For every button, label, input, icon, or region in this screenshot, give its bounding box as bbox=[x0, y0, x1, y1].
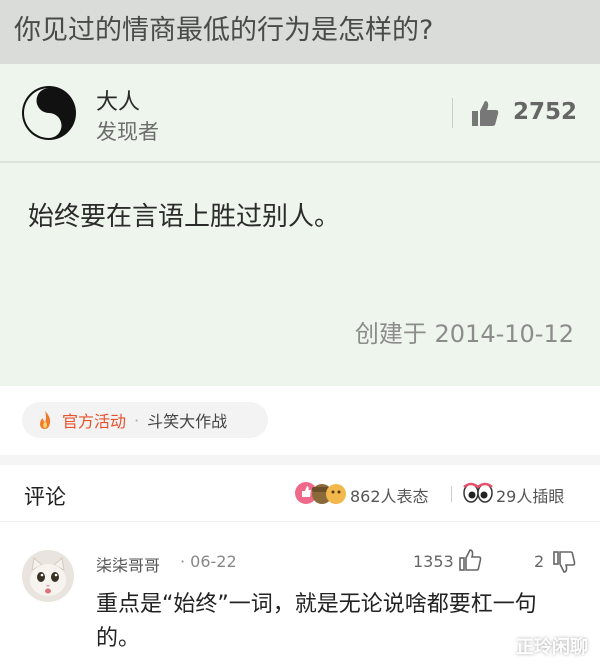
divider bbox=[0, 161, 600, 163]
question-title[interactable]: 你见过的情商最低的行为是怎样的? bbox=[14, 8, 433, 47]
cat-avatar-icon bbox=[22, 550, 74, 602]
watermark: 正玲闲聊 bbox=[516, 637, 588, 658]
section-gap bbox=[0, 455, 600, 465]
activity-label: 官方活动 bbox=[62, 412, 127, 431]
comment-item: 柒柒哥哥 · 06-22 1353 2 重点是“始终”一词，就是无论说啥都要杠一… bbox=[0, 522, 600, 669]
avatar[interactable] bbox=[22, 550, 74, 602]
activity-name: 斗笑大作战 bbox=[147, 412, 228, 431]
comment-username[interactable]: 柒柒哥哥 bbox=[96, 552, 160, 576]
created-date: 创建于 2014-10-12 bbox=[354, 320, 574, 348]
activity-tag[interactable]: 官方活动 · 斗笑大作战 bbox=[22, 402, 268, 438]
comment-text: 重点是“始终”一词，就是无论说啥都要杠一句的。 bbox=[96, 592, 537, 651]
question-bar[interactable]: 你见过的情商最低的行为是怎样的? bbox=[0, 0, 600, 64]
separator-dot: · bbox=[134, 410, 140, 430]
author-name[interactable]: 大人 bbox=[96, 84, 140, 116]
upvote-count: 1353 bbox=[413, 552, 454, 571]
downvote-count: 2 bbox=[534, 552, 545, 571]
author-title: 发现者 bbox=[96, 120, 159, 144]
divider bbox=[451, 486, 452, 502]
comments-title: 评论 bbox=[24, 485, 66, 509]
answer-text: 始终要在言语上胜过别人。 bbox=[28, 202, 341, 232]
fire-icon bbox=[40, 411, 51, 429]
comments-header: 评论 862人表态 29人插眼 bbox=[0, 465, 600, 521]
eyes-icon[interactable] bbox=[463, 481, 493, 503]
like-count: 2752 bbox=[513, 99, 578, 125]
reaction-emoji-icon[interactable] bbox=[294, 479, 348, 507]
yin-yang-icon[interactable] bbox=[20, 84, 78, 142]
thumbs-up-icon[interactable] bbox=[470, 98, 500, 128]
reaction-count[interactable]: 862人表态 bbox=[350, 483, 429, 507]
thumbs-down-outline-icon[interactable] bbox=[552, 550, 576, 574]
answer-card: 大人 发现者 2752 始终要在言语上胜过别人。 创建于 2014-10-12 bbox=[0, 64, 600, 386]
eyes-count[interactable]: 29人插眼 bbox=[496, 483, 564, 507]
divider bbox=[452, 98, 453, 128]
comment-date: · 06-22 bbox=[180, 552, 237, 571]
thumbs-up-outline-icon[interactable] bbox=[458, 548, 482, 572]
